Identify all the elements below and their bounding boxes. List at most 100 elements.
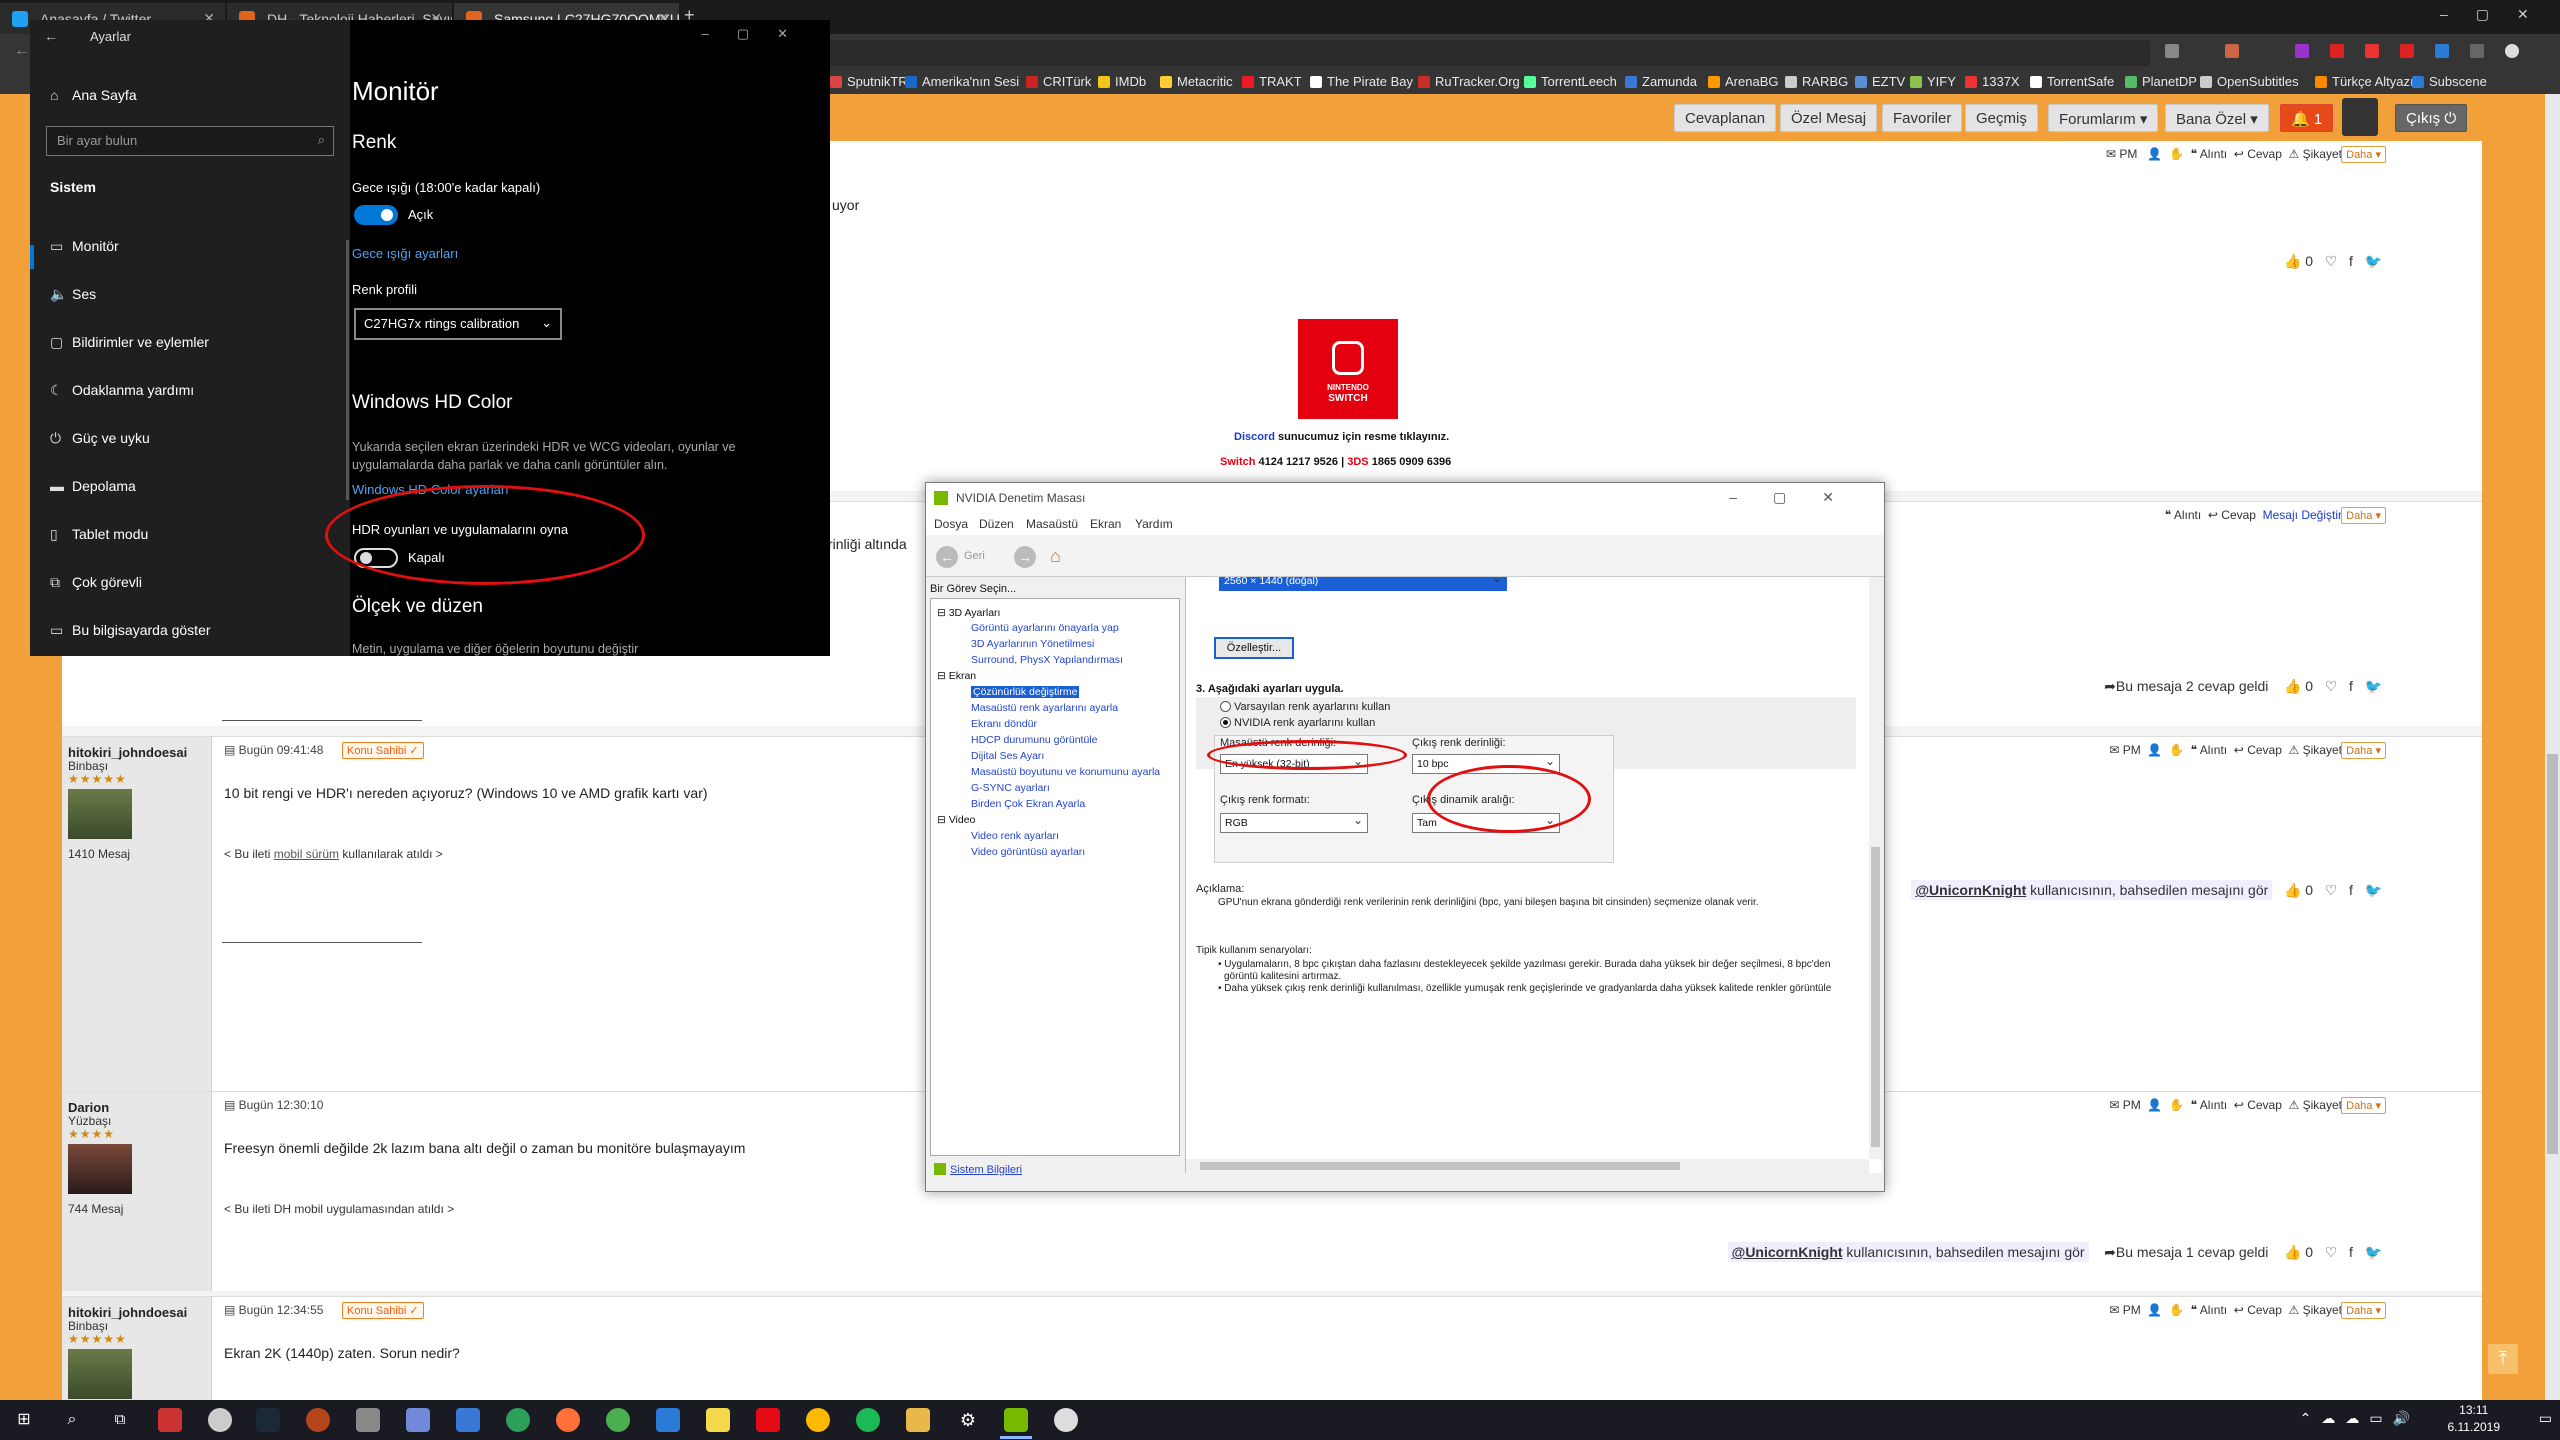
avatar[interactable]	[68, 1144, 132, 1194]
back-icon[interactable]: ←	[936, 546, 958, 568]
scrollbar-thumb[interactable]	[1871, 847, 1880, 1147]
bookmark[interactable]: PlanetDP	[2125, 74, 2197, 89]
avatar[interactable]	[68, 1349, 132, 1399]
facebook-icon[interactable]: f	[2349, 882, 2353, 898]
app-icon[interactable]	[806, 1408, 830, 1432]
app-icon[interactable]	[356, 1408, 380, 1432]
file-explorer-icon[interactable]	[906, 1408, 930, 1432]
app-icon[interactable]	[306, 1408, 330, 1432]
more-button[interactable]: Daha ▾	[2341, 742, 2386, 759]
extension-icon[interactable]	[2365, 44, 2379, 58]
scroll-top-button[interactable]: ⤒	[2488, 1344, 2518, 1374]
window-controls[interactable]: –▢✕	[2440, 6, 2557, 23]
app-icon[interactable]	[456, 1408, 480, 1432]
bookmark[interactable]: Subscene	[2412, 74, 2487, 89]
facebook-icon[interactable]: f	[2349, 253, 2353, 269]
bookmark[interactable]: The Pirate Bay	[1310, 74, 1413, 89]
hand-icon[interactable]: ✋	[2169, 743, 2184, 757]
bookmark[interactable]: OpenSubtitles	[2200, 74, 2299, 89]
night-light-toggle[interactable]	[354, 205, 398, 225]
bookmark[interactable]: RuTracker.Org	[1418, 74, 1520, 89]
user-icon[interactable]: 👤	[2147, 1303, 2162, 1317]
menu-masaustu[interactable]: Masaüstü	[1026, 517, 1078, 531]
logout-button[interactable]: Çıkış ⏻	[2395, 104, 2468, 132]
back-icon[interactable]: ←	[14, 42, 30, 60]
tray-icons[interactable]: ⌃☁☁▭🔊	[2300, 1410, 2420, 1427]
back-icon[interactable]: ←	[44, 28, 58, 44]
more-button[interactable]: Daha ▾	[2341, 1097, 2386, 1114]
customize-button[interactable]: Özelleştir...	[1214, 637, 1294, 659]
facebook-icon[interactable]: f	[2349, 678, 2353, 694]
radio-default[interactable]: Varsayılan renk ayarlarını kullan	[1220, 701, 1390, 713]
bookmark[interactable]: Türkçe Altyazı	[2315, 74, 2414, 89]
spotify-icon[interactable]	[856, 1408, 880, 1432]
home-icon[interactable]: ⌂	[1050, 546, 1072, 568]
bookmark[interactable]: IMDb	[1098, 74, 1146, 89]
chrome-icon[interactable]	[606, 1408, 630, 1432]
like-icon[interactable]: 👍	[2284, 678, 2301, 694]
scrollbar-thumb[interactable]	[1200, 1162, 1680, 1170]
vertical-scrollbar[interactable]	[1869, 577, 1882, 1159]
tree-group-ekran[interactable]: ⊟ Ekran	[937, 670, 976, 682]
sidebar-item-focus[interactable]: ☾ Odaklanma yardımı	[50, 382, 194, 399]
app-icon[interactable]	[656, 1408, 680, 1432]
sidebar-item-notifications[interactable]: ▢ Bildirimler ve eylemler	[50, 334, 209, 351]
heart-icon[interactable]: ♡	[2325, 1244, 2338, 1260]
hand-icon[interactable]: ✋	[2169, 1098, 2184, 1112]
like-icon[interactable]: 👍	[2284, 882, 2301, 898]
extension-icons[interactable]	[2165, 42, 2545, 64]
bookmark[interactable]: Zamunda	[1625, 74, 1697, 89]
nav-cevaplanan[interactable]: Cevaplanan	[1674, 104, 1777, 132]
search-input[interactable]: Bir ayar bulun ⌕	[46, 126, 334, 156]
hand-icon[interactable]: ✋	[2169, 1303, 2184, 1317]
extension-icon[interactable]	[2225, 44, 2239, 58]
extension-icon[interactable]	[2400, 44, 2414, 58]
hand-icon[interactable]: ✋	[2169, 147, 2184, 161]
settings-icon[interactable]: ⚙	[956, 1408, 980, 1432]
radio-nvidia[interactable]: NVIDIA renk ayarlarını kullan	[1220, 717, 1375, 729]
profile-icon[interactable]	[2505, 44, 2519, 58]
task-view-icon[interactable]: ⧉	[108, 1408, 132, 1432]
user-icon[interactable]: 👤	[2147, 743, 2162, 757]
app-icon[interactable]	[506, 1408, 530, 1432]
scrollbar[interactable]	[346, 240, 349, 500]
bookmark[interactable]: ArenaBG	[1708, 74, 1778, 89]
clock[interactable]: 13:11 6.11.2019	[2448, 1402, 2501, 1436]
window-controls[interactable]: –▢✕	[1729, 489, 1870, 506]
discord-icon[interactable]	[406, 1408, 430, 1432]
app-icon[interactable]	[158, 1408, 182, 1432]
menu-yardim[interactable]: Yardım	[1135, 517, 1173, 531]
sidebar-item-power[interactable]: ⏻ Güç ve uyku	[50, 430, 150, 447]
like-icon[interactable]: 👍	[2284, 1244, 2301, 1260]
notification-button[interactable]: 🔔 1	[2280, 104, 2334, 132]
extension-icon[interactable]	[2330, 44, 2344, 58]
twitter-icon[interactable]: 🐦	[2365, 253, 2382, 269]
nav-ozel-mesaj[interactable]: Özel Mesaj	[1780, 104, 1878, 132]
tree-group-video[interactable]: ⊟ Video	[937, 814, 975, 826]
menu-dosya[interactable]: Dosya	[934, 517, 968, 531]
sidebar-item-storage[interactable]: ▬ Depolama	[50, 478, 136, 494]
bookmark[interactable]: TRAKT	[1242, 74, 1302, 89]
more-button[interactable]: Daha ▾	[2341, 146, 2386, 163]
forward-icon[interactable]: →	[1014, 546, 1036, 568]
search-icon[interactable]: ⌕	[60, 1408, 84, 1432]
bookmark[interactable]: EZTV	[1855, 74, 1905, 89]
extension-icon[interactable]	[2435, 44, 2449, 58]
app-icon[interactable]	[208, 1408, 232, 1432]
user-icon[interactable]: 👤	[2147, 1098, 2162, 1112]
sidebar-item-monitor[interactable]: ▭ Monitör	[50, 238, 119, 255]
scrollbar-thumb[interactable]	[2547, 754, 2558, 1154]
scrollbar[interactable]	[2545, 94, 2560, 1400]
steam-icon[interactable]	[256, 1408, 280, 1432]
heart-icon[interactable]: ♡	[2325, 882, 2338, 898]
windows-start-icon[interactable]: ⊞	[12, 1408, 36, 1432]
like-icon[interactable]: 👍	[2284, 253, 2301, 269]
avatar[interactable]	[2342, 98, 2378, 136]
system-info-link[interactable]: Sistem Bilgileri	[934, 1163, 1022, 1176]
app-icon[interactable]	[706, 1408, 730, 1432]
bookmark[interactable]: Metacritic	[1160, 74, 1233, 89]
bookmark[interactable]: SputnikTR	[830, 74, 908, 89]
more-button[interactable]: Daha ▾	[2341, 1302, 2386, 1319]
heart-icon[interactable]: ♡	[2325, 678, 2338, 694]
facebook-icon[interactable]: f	[2349, 1244, 2353, 1260]
